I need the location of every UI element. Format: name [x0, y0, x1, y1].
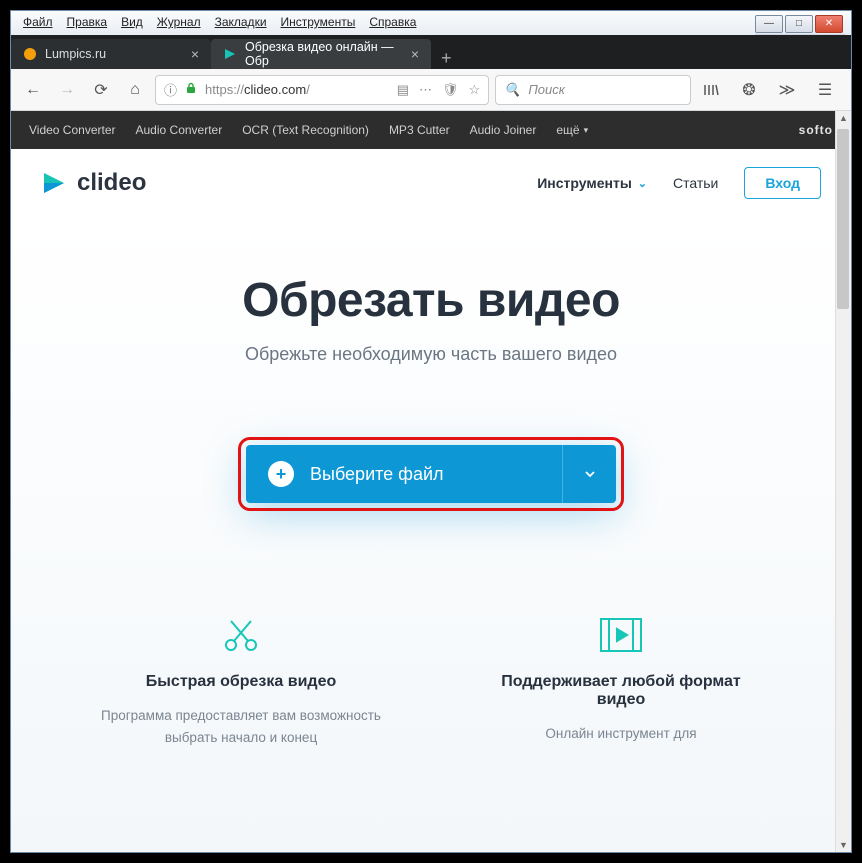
scroll-down-arrow-icon[interactable]: ▼	[836, 840, 851, 850]
menu-edit[interactable]: Правка	[61, 13, 114, 35]
menu-bookmarks[interactable]: Закладки	[209, 13, 273, 35]
feature-card: Быстрая обрезка видео Программа предоста…	[101, 613, 381, 748]
softo-link[interactable]: Audio Joiner	[470, 123, 537, 137]
login-button[interactable]: Вход	[744, 167, 821, 199]
forward-button[interactable]: →	[53, 76, 81, 104]
softo-link[interactable]: MP3 Cutter	[389, 123, 450, 137]
site-info-icon[interactable]: ⓘ	[164, 80, 177, 99]
softo-toolbar: Video Converter Audio Converter OCR (Tex…	[11, 111, 851, 149]
titlebar-spacer: — □ ✕	[755, 13, 845, 35]
softo-more-link[interactable]: ещё▾	[556, 123, 588, 137]
chevron-down-icon: ⌄	[638, 177, 647, 190]
menu-history[interactable]: Журнал	[151, 13, 207, 35]
search-bar[interactable]: 🔍 Поиск	[495, 75, 691, 105]
page-actions-icon[interactable]: ⋯	[419, 82, 432, 98]
clideo-play-icon	[41, 170, 67, 196]
hero-subtitle: Обрежьте необходимую часть вашего видео	[11, 344, 851, 365]
urlbar: ← → ⟳ ⌂ ⓘ https://clideo.com/ ▤ ⋯ 🛡 ☆ 🔍 …	[11, 69, 851, 111]
menubar: Файл Правка Вид Журнал Закладки Инструме…	[11, 11, 851, 35]
feature-card: Поддерживает любой формат видео Онлайн и…	[481, 613, 761, 748]
vertical-scrollbar[interactable]: ▲ ▼	[835, 111, 851, 852]
page-content: Обрезать видео Обрежьте необходимую част…	[11, 217, 851, 852]
library-icon[interactable]	[697, 76, 725, 104]
site-header: clideo Инструменты ⌄ Статьи Вход	[11, 149, 851, 217]
scroll-thumb[interactable]	[837, 129, 849, 309]
reload-button[interactable]: ⟳	[87, 76, 115, 104]
window-close-button[interactable]: ✕	[815, 15, 843, 33]
new-tab-button[interactable]: +	[431, 48, 462, 69]
tab-lumpics[interactable]: Lumpics.ru ×	[11, 39, 211, 69]
menu-help[interactable]: Справка	[363, 13, 422, 35]
home-button[interactable]: ⌂	[121, 76, 149, 104]
search-placeholder: Поиск	[528, 82, 565, 97]
menu-tools[interactable]: Инструменты	[275, 13, 362, 35]
address-bar[interactable]: ⓘ https://clideo.com/ ▤ ⋯ 🛡 ☆	[155, 75, 489, 105]
menu-view[interactable]: Вид	[115, 13, 149, 35]
menu-file[interactable]: Файл	[17, 13, 59, 35]
scissors-icon	[101, 613, 381, 657]
clideo-logo-text: clideo	[77, 169, 146, 197]
video-format-icon	[481, 613, 761, 657]
chevron-down-icon	[583, 467, 597, 481]
softo-logo: softo	[799, 123, 833, 137]
choose-file-button[interactable]: + Выберите файл	[246, 445, 616, 503]
url-text: https://clideo.com/	[205, 82, 310, 97]
permissions-icon[interactable]: 🛡	[442, 82, 459, 98]
choose-file-label: Выберите файл	[310, 464, 444, 485]
nav-articles[interactable]: Статьи	[673, 175, 718, 191]
back-button[interactable]: ←	[19, 76, 47, 104]
sidebar-icon[interactable]: ≫	[773, 76, 801, 104]
reader-mode-icon[interactable]: ▤	[397, 82, 409, 98]
bookmark-star-icon[interactable]: ☆	[469, 82, 481, 98]
tab-close-icon[interactable]: ×	[411, 46, 419, 62]
favicon-clideo-icon	[223, 47, 237, 61]
feature-desc: Программа предоставляет вам возможность …	[101, 705, 381, 748]
lock-icon	[185, 82, 197, 97]
feature-title: Поддерживает любой формат видео	[481, 673, 761, 709]
softo-link[interactable]: Audio Converter	[136, 123, 223, 137]
tab-clideo[interactable]: Обрезка видео онлайн — Обр ×	[211, 39, 431, 69]
window-minimize-button[interactable]: —	[755, 15, 783, 33]
window-maximize-button[interactable]: □	[785, 15, 813, 33]
softo-link[interactable]: Video Converter	[29, 123, 116, 137]
tab-close-icon[interactable]: ×	[191, 46, 199, 62]
hero-title: Обрезать видео	[11, 273, 851, 328]
chevron-down-icon: ▾	[584, 125, 589, 136]
clideo-logo[interactable]: clideo	[41, 169, 146, 197]
feature-desc: Онлайн инструмент для	[481, 723, 761, 745]
tab-title: Lumpics.ru	[45, 47, 106, 61]
feature-title: Быстрая обрезка видео	[101, 673, 381, 691]
menu-icon[interactable]: ☰	[811, 76, 839, 104]
scroll-up-arrow-icon[interactable]: ▲	[836, 113, 851, 123]
choose-file-dropdown[interactable]	[562, 445, 616, 503]
softo-link[interactable]: OCR (Text Recognition)	[242, 123, 369, 137]
favicon-orange-icon	[23, 47, 37, 61]
extensions-icon[interactable]: ❂	[735, 76, 763, 104]
plus-icon: +	[268, 461, 294, 487]
features-row: Быстрая обрезка видео Программа предоста…	[11, 613, 851, 748]
search-icon: 🔍	[504, 82, 520, 98]
nav-tools[interactable]: Инструменты ⌄	[537, 175, 647, 191]
tabstrip: Lumpics.ru × Обрезка видео онлайн — Обр …	[11, 35, 851, 69]
tab-title: Обрезка видео онлайн — Обр	[245, 40, 403, 68]
